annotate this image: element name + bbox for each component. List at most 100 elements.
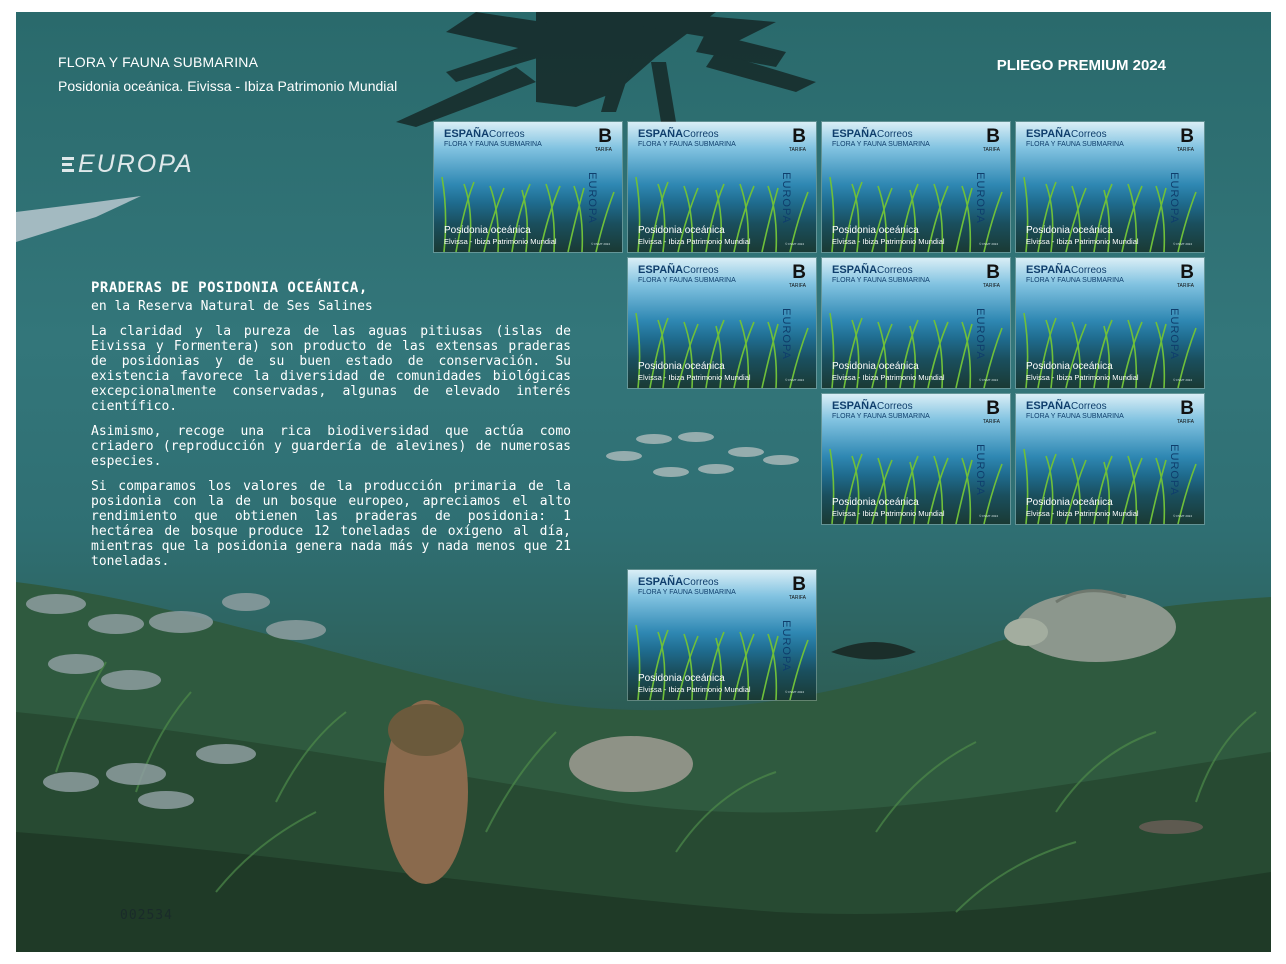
fish-icon [26,594,86,614]
fish-icon [222,593,270,611]
description-paragraph: Asimismo, recoge una rica biodiversidad … [91,424,571,469]
serial-number: 002534 [120,908,173,923]
stamp-footer: © FNMT 2024 [979,514,998,518]
stamp-tarifa: TARIFA [788,595,806,601]
stamp-country: ESPAÑACorreos [1026,128,1107,140]
fish-icon [196,744,256,764]
stamp-europa: EUROPA [974,444,987,496]
stamp-value: B [1180,126,1194,147]
stamp-tarifa: TARIFA [788,283,806,289]
stamp: ESPAÑACorreos FLORA Y FAUNA SUBMARINA B … [627,257,817,389]
stamp-series: FLORA Y FAUNA SUBMARINA [832,277,930,284]
stamp-footer: © FNMT 2024 [1173,514,1192,518]
stamp-value: B [986,398,1000,419]
stamp: ESPAÑACorreos FLORA Y FAUNA SUBMARINA B … [1015,393,1205,525]
stamp-name: Posidonia oceánica [832,497,919,508]
description-paragraph: Si comparamos los valores de la producci… [91,479,571,569]
stamp-series: FLORA Y FAUNA SUBMARINA [1026,277,1124,284]
europa-logo-icon [62,156,74,172]
fish-icon [636,434,672,444]
fish-icon [728,447,764,457]
fish-icon [43,772,99,792]
stamp-footer: © FNMT 2024 [785,690,804,694]
stamp-value: B [986,126,1000,147]
stamp: ESPAÑACorreos FLORA Y FAUNA SUBMARINA B … [627,121,817,253]
stamp-europa: EUROPA [974,308,987,360]
europa-logo: EUROPA [60,150,194,179]
fish-icon [101,670,161,690]
fish-icon [266,620,326,640]
sun-rays-icon [396,12,816,127]
fish-icon [16,196,141,242]
fish-icon [606,451,642,461]
stamp-footer: © FNMT 2024 [1173,378,1192,382]
souvenir-sheet: FLORA Y FAUNA SUBMARINA Posidonia oceáni… [16,12,1271,952]
stamp-place: Elvissa - Ibiza Patrimonio Mundial [1026,509,1139,518]
stamp-tarifa: TARIFA [788,147,806,153]
pen-shell-icon [384,700,468,884]
stamp-europa: EUROPA [974,172,987,224]
stamp-place: Elvissa - Ibiza Patrimonio Mundial [832,373,945,382]
stamp-tarifa: TARIFA [594,147,612,153]
stamp-place: Elvissa - Ibiza Patrimonio Mundial [832,509,945,518]
fish-icon [653,467,689,477]
stamp-name: Posidonia oceánica [832,225,919,236]
fish-icon [1139,820,1203,834]
stamp-tarifa: TARIFA [1176,419,1194,425]
stamp-footer: © FNMT 2024 [591,242,610,246]
stamp-tarifa: TARIFA [982,283,1000,289]
stamp-tarifa: TARIFA [1176,283,1194,289]
stamp-place: Elvissa - Ibiza Patrimonio Mundial [1026,373,1139,382]
stamp-country: ESPAÑACorreos [638,128,719,140]
fish-icon [763,455,799,465]
description-subtitle: en la Reserva Natural de Ses Salines [91,299,373,314]
stamp-country: ESPAÑACorreos [832,128,913,140]
stamp-country: ESPAÑACorreos [832,264,913,276]
fish-icon [106,763,166,785]
stamp-name: Posidonia oceánica [638,225,725,236]
stamp-value: B [792,126,806,147]
stamp-europa: EUROPA [1168,444,1181,496]
description-title: PRADERAS DE POSIDONIA OCEÁNICA, [91,280,368,296]
stamp-name: Posidonia oceánica [1026,225,1113,236]
stamp-place: Elvissa - Ibiza Patrimonio Mundial [444,237,557,246]
stamp-europa: EUROPA [780,172,793,224]
stamp-series: FLORA Y FAUNA SUBMARINA [444,141,542,148]
europa-logo-text: EUROPA [78,150,194,178]
stamp-europa: EUROPA [780,308,793,360]
stamp-place: Elvissa - Ibiza Patrimonio Mundial [1026,237,1139,246]
stamp-series: FLORA Y FAUNA SUBMARINA [1026,141,1124,148]
stamp-value: B [1180,262,1194,283]
stamp-footer: © FNMT 2024 [785,378,804,382]
stamp-europa: EUROPA [586,172,599,224]
stamp-footer: © FNMT 2024 [1173,242,1192,246]
premium-label: PLIEGO PREMIUM 2024 [996,57,1166,74]
stamp-europa: EUROPA [780,620,793,672]
stamp-series: FLORA Y FAUNA SUBMARINA [832,413,930,420]
sheet-title: FLORA Y FAUNA SUBMARINA [58,54,259,70]
stamp: ESPAÑACorreos FLORA Y FAUNA SUBMARINA B … [821,393,1011,525]
stamp-name: Posidonia oceánica [832,361,919,372]
stamp-name: Posidonia oceánica [444,225,531,236]
stamp-place: Elvissa - Ibiza Patrimonio Mundial [638,685,751,694]
fish-icon [831,642,916,660]
stamp: ESPAÑACorreos FLORA Y FAUNA SUBMARINA B … [433,121,623,253]
stamp-tarifa: TARIFA [1176,147,1194,153]
stamp: ESPAÑACorreos FLORA Y FAUNA SUBMARINA B … [821,257,1011,389]
stamp-footer: © FNMT 2024 [979,242,998,246]
stamp-footer: © FNMT 2024 [785,242,804,246]
stamp-value: B [792,262,806,283]
stamp-europa: EUROPA [1168,308,1181,360]
fish-icon [149,611,213,633]
fish-icon [569,736,693,792]
stamp-series: FLORA Y FAUNA SUBMARINA [638,589,736,596]
stamp-series: FLORA Y FAUNA SUBMARINA [638,277,736,284]
fish-icon [48,654,104,674]
stamp-place: Elvissa - Ibiza Patrimonio Mundial [832,237,945,246]
stamp-europa: EUROPA [1168,172,1181,224]
stamp: ESPAÑACorreos FLORA Y FAUNA SUBMARINA B … [1015,257,1205,389]
description-text: PRADERAS DE POSIDONIA OCEÁNICA, en la Re… [91,280,571,569]
stamp: ESPAÑACorreos FLORA Y FAUNA SUBMARINA B … [627,569,817,701]
stamp-country: ESPAÑACorreos [444,128,525,140]
stamp-name: Posidonia oceánica [1026,361,1113,372]
